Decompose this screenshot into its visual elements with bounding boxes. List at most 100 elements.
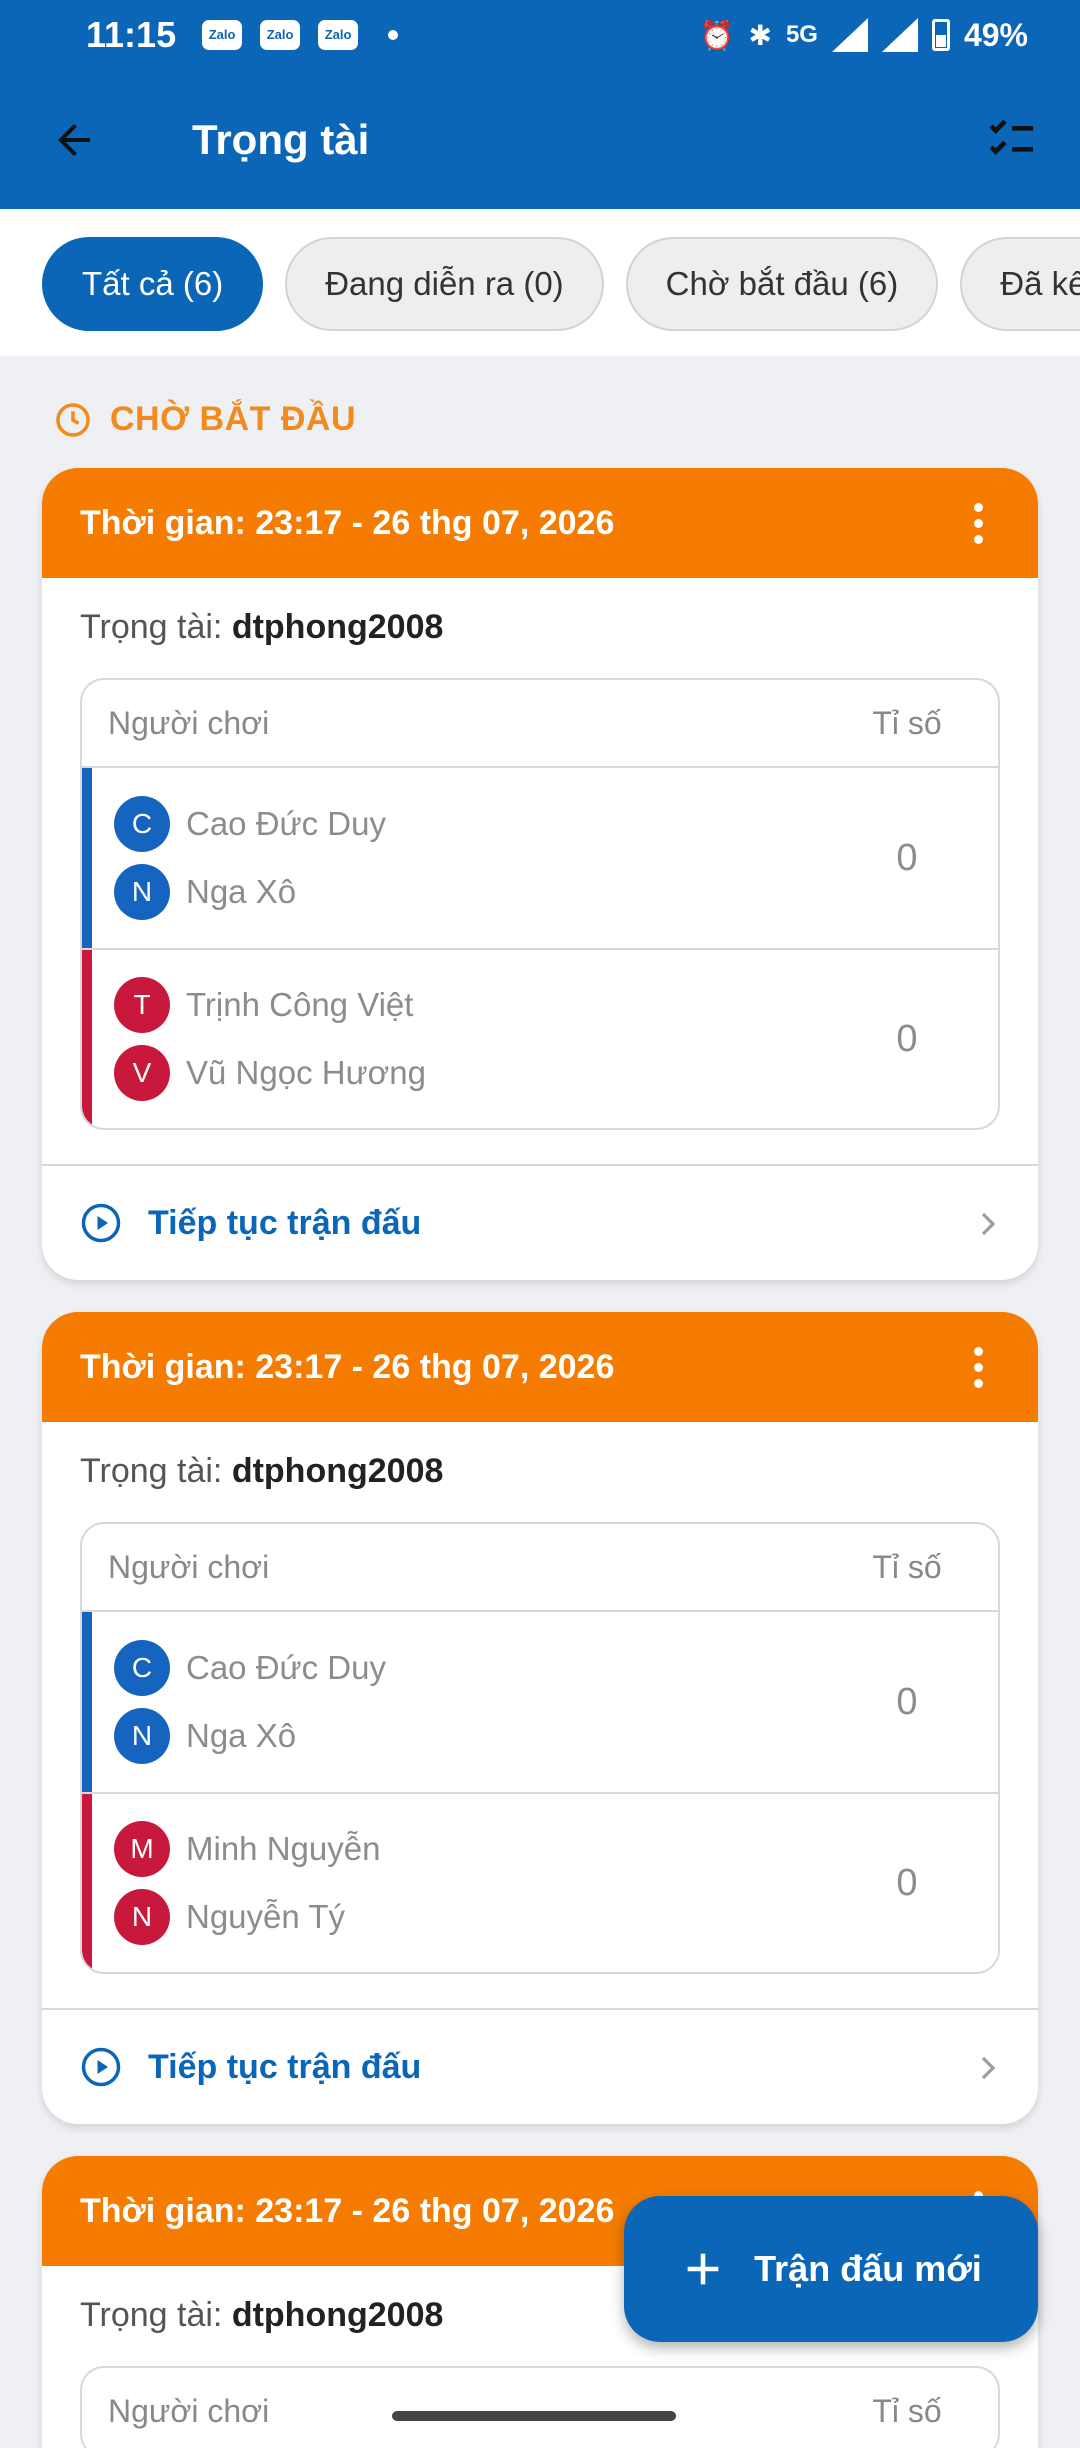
players-table: Người chơi Tỉ số C Cao Đức Duy N Nga Xô … [80, 678, 1000, 1130]
team-row: C Cao Đức Duy N Nga Xô 0 [82, 1612, 998, 1792]
referee-label: Trọng tài: [80, 608, 223, 646]
alarm-icon: ⏰ [699, 19, 735, 51]
new-match-label: Trận đấu mới [754, 2248, 982, 2289]
checklist-button[interactable] [964, 92, 1060, 188]
player-name: Nga Xô [186, 1717, 297, 1754]
player-name: Nguyễn Tý [186, 1898, 345, 1935]
players-table-header: Người chơi Tỉ số [82, 2368, 998, 2448]
team-score: 0 [896, 836, 918, 879]
players-column-header: Người chơi [108, 704, 270, 741]
team-score: 0 [896, 1017, 918, 1060]
filter-bar: Tất cả (6) Đang diễn ra (0) Chờ bắt đầu … [0, 209, 1080, 356]
filter-chip-waiting[interactable]: Chờ bắt đầu (6) [625, 237, 939, 331]
player-item: N Nga Xô [114, 864, 386, 920]
team-row: T Trịnh Công Việt V Vũ Ngọc Hương 0 [82, 948, 998, 1128]
status-bar: 11:15 Zalo Zalo Zalo ⏰ ✱ 5G 49% [0, 0, 1080, 70]
avatar: C [114, 1640, 170, 1696]
signal-icon [831, 18, 868, 52]
player-name: Cao Đức Duy [186, 1649, 386, 1686]
referee-name: dtphong2008 [231, 1452, 444, 1490]
player-name: Vũ Ngọc Hương [186, 1054, 427, 1091]
referee-line: Trọng tài: dtphong2008 [42, 1422, 1038, 1522]
avatar: N [114, 1708, 170, 1764]
section-title: CHỜ BẮT ĐẦU [110, 400, 357, 438]
players-table-header: Người chơi Tỉ số [82, 680, 998, 768]
team-color-bar [82, 1612, 92, 1792]
back-button[interactable] [26, 92, 122, 188]
continue-match-button[interactable]: Tiếp tục trận đấu [42, 1164, 1038, 1280]
zalo-notification-icon: Zalo [202, 20, 243, 50]
continue-match-label: Tiếp tục trận đấu [148, 2047, 422, 2086]
new-match-button[interactable]: Trận đấu mới [624, 2196, 1038, 2342]
avatar: M [114, 1821, 170, 1877]
player-name: Minh Nguyễn [186, 1830, 381, 1867]
team-row: M Minh Nguyễn N Nguyễn Tý 0 [82, 1792, 998, 1972]
referee-label: Trọng tài: [80, 1452, 223, 1490]
player-item: C Cao Đức Duy [114, 1640, 386, 1696]
arrow-left-icon [58, 123, 90, 156]
match-time: Thời gian: 23:17 - 26 thg 07, 2026 [80, 503, 615, 542]
player-item: N Nga Xô [114, 1708, 386, 1764]
home-indicator[interactable] [392, 2411, 676, 2421]
filter-chip-finished[interactable]: Đã kết thúc (0) [960, 237, 1080, 331]
player-name: Trịnh Công Việt [186, 986, 414, 1023]
signal-icon-2 [881, 18, 918, 52]
avatar: T [114, 977, 170, 1033]
play-circle-icon [80, 1202, 122, 1244]
team-color-bar [82, 768, 92, 948]
players-table-header: Người chơi Tỉ số [82, 1524, 998, 1612]
top-bar: 11:15 Zalo Zalo Zalo ⏰ ✱ 5G 49% Trọng tà… [0, 0, 1080, 209]
match-card: Thời gian: 23:17 - 26 thg 07, 2026 Trọng… [42, 468, 1038, 1280]
player-item: N Nguyễn Tý [114, 1889, 380, 1945]
players-column-header: Người chơi [108, 2392, 270, 2429]
filter-chip-all[interactable]: Tất cả (6) [42, 237, 264, 331]
checklist-icon [989, 119, 1033, 155]
referee-name: dtphong2008 [231, 608, 444, 646]
avatar: N [114, 864, 170, 920]
more-notifications-dot-icon [388, 30, 399, 40]
more-vert-icon [973, 1346, 983, 1356]
network-type: 5G [785, 21, 818, 48]
continue-match-label: Tiếp tục trận đấu [148, 1203, 422, 1242]
score-column-header: Tỉ số [872, 704, 942, 741]
team-color-bar [82, 950, 92, 1128]
filter-chip-in-progress[interactable]: Đang diễn ra (0) [285, 237, 604, 331]
avatar: N [114, 1889, 170, 1945]
player-name: Cao Đức Duy [186, 805, 386, 842]
play-circle-icon [80, 2046, 122, 2088]
page-title: Trọng tài [192, 115, 370, 163]
players-table: Người chơi Tỉ số [80, 2366, 1000, 2448]
player-item: V Vũ Ngọc Hương [114, 1045, 426, 1101]
status-time: 11:15 [86, 14, 177, 55]
zalo-notification-icon: Zalo [318, 20, 359, 50]
bluetooth-icon: ✱ [748, 19, 772, 51]
score-column-header: Tỉ số [872, 2392, 942, 2429]
match-time: Thời gian: 23:17 - 26 thg 07, 2026 [80, 2191, 615, 2230]
player-item: C Cao Đức Duy [114, 796, 386, 852]
score-column-header: Tỉ số [872, 1548, 942, 1585]
team-score: 0 [896, 1861, 918, 1904]
match-card-header: Thời gian: 23:17 - 26 thg 07, 2026 [42, 1312, 1038, 1422]
continue-match-button[interactable]: Tiếp tục trận đấu [42, 2008, 1038, 2124]
referee-name: dtphong2008 [231, 2296, 444, 2334]
avatar: V [114, 1045, 170, 1101]
chevron-right-icon [968, 2048, 1008, 2097]
team-row: C Cao Đức Duy N Nga Xô 0 [82, 768, 998, 948]
match-time: Thời gian: 23:17 - 26 thg 07, 2026 [80, 1347, 615, 1386]
players-table: Người chơi Tỉ số C Cao Đức Duy N Nga Xô … [80, 1522, 1000, 1974]
more-vert-icon [973, 502, 983, 512]
team-color-bar [82, 1794, 92, 1972]
plus-icon [687, 2253, 719, 2285]
battery-level: 49% [963, 16, 1028, 53]
more-options-button[interactable] [944, 1333, 1012, 1401]
referee-line: Trọng tài: dtphong2008 [42, 578, 1038, 678]
player-item: T Trịnh Công Việt [114, 977, 426, 1033]
player-item: M Minh Nguyễn [114, 1821, 380, 1877]
clock-icon [56, 402, 90, 437]
player-name: Nga Xô [186, 873, 297, 910]
avatar: C [114, 796, 170, 852]
match-card-header: Thời gian: 23:17 - 26 thg 07, 2026 [42, 468, 1038, 578]
chevron-right-icon [968, 1204, 1008, 1253]
app-bar: Trọng tài [0, 70, 1080, 209]
more-options-button[interactable] [944, 489, 1012, 557]
